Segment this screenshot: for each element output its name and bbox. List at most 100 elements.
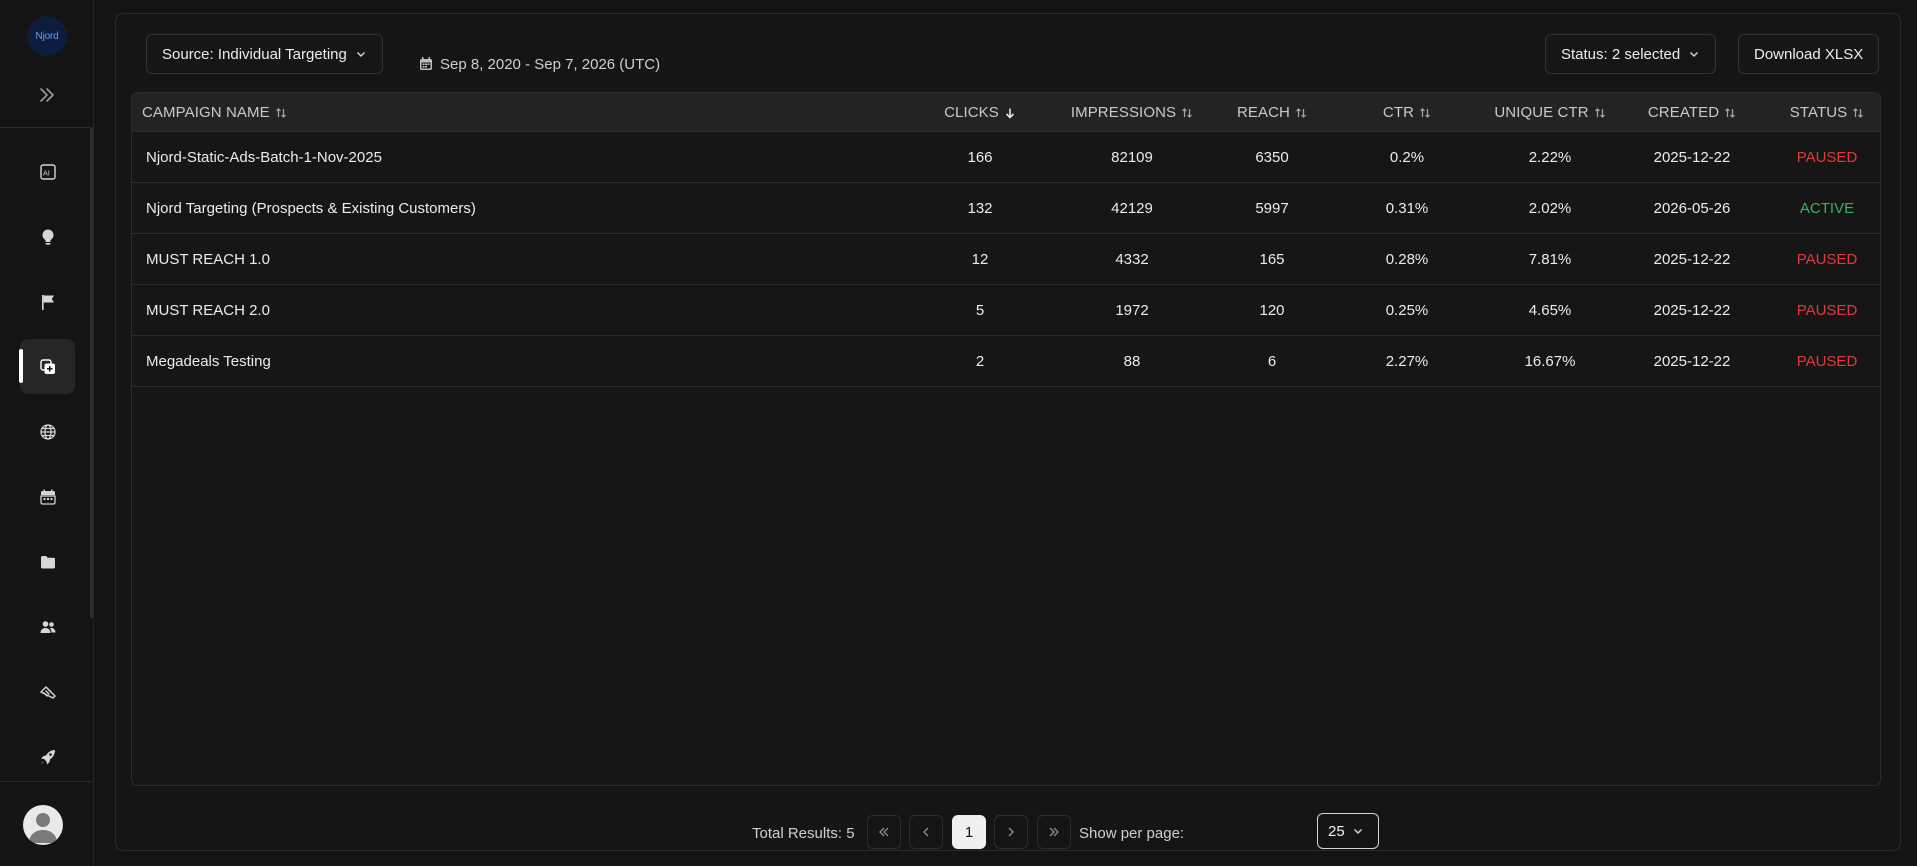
per-page-label: Show per page: — [1079, 815, 1184, 851]
chevron-down-icon — [355, 48, 367, 60]
per-page-value: 25 — [1328, 822, 1345, 840]
chevron-left-icon — [923, 827, 929, 837]
per-page-label-text: Show per page: — [1079, 824, 1185, 842]
avatar-icon — [29, 813, 57, 843]
cell-reach: 165 — [1259, 251, 1285, 268]
table-body: Njord-Static-Ads-Batch-1-Nov-2025 166 8210… — [132, 132, 1880, 387]
col-created[interactable]: CREATED — [1627, 93, 1757, 132]
col-header-label: IMPRESSIONS — [1070, 104, 1177, 121]
svg-text:AI: AI — [43, 169, 50, 177]
globe-icon[interactable] — [20, 404, 75, 459]
col-clicks[interactable]: CLICKS — [932, 93, 1028, 132]
cell-campaign-name[interactable]: Megadeals Testing — [146, 336, 271, 387]
chevrons-left-icon — [879, 827, 889, 837]
cell-status: PAUSED — [1796, 302, 1858, 319]
cell-created: 2025-12-22 — [1653, 251, 1731, 268]
cell-status: PAUSED — [1796, 251, 1858, 268]
users-icon[interactable] — [20, 599, 75, 654]
rocket-icon[interactable] — [20, 729, 75, 784]
cell-impressions: 4332 — [1115, 251, 1149, 268]
col-status[interactable]: STATUS — [1772, 93, 1880, 132]
date-range-picker[interactable]: Sep 8, 2020 - Sep 7, 2026 (UTC) — [418, 44, 660, 84]
source-filter-label: Source: Individual Targeting — [162, 45, 347, 63]
table-row[interactable]: Megadeals Testing 2 88 6 2.27% 16.67% 2025-12-… — [132, 336, 1880, 387]
sort-icon — [1181, 107, 1193, 119]
sidebar: Njord AI — [0, 0, 94, 866]
ai-icon[interactable]: AI — [20, 144, 75, 199]
cell-clicks: 166 — [967, 149, 993, 166]
handshake-icon[interactable] — [20, 664, 75, 719]
folder-icon[interactable] — [20, 534, 75, 589]
cell-ctr: 0.28% — [1385, 251, 1429, 268]
cell-unique-ctr: 16.67% — [1524, 353, 1576, 370]
col-impressions[interactable]: IMPRESSIONS — [1052, 93, 1212, 132]
brand-logo[interactable]: Njord — [27, 16, 67, 56]
cell-unique-ctr: 2.02% — [1528, 200, 1572, 217]
source-filter-dropdown[interactable]: Source: Individual Targeting — [146, 34, 383, 74]
cell-impressions: 1972 — [1115, 302, 1149, 319]
cell-clicks: 5 — [975, 302, 985, 319]
sort-icon — [275, 107, 287, 119]
prev-page-button[interactable] — [909, 815, 943, 849]
table-row[interactable]: Njord-Static-Ads-Batch-1-Nov-2025 166 8210… — [132, 132, 1880, 183]
cell-reach: 6 — [1267, 353, 1277, 370]
table-row[interactable]: MUST REACH 1.0 12 4332 165 0.28% 7.81% 2025-12… — [132, 234, 1880, 285]
app-root: Njord AI Source: Individual Targeting Se… — [0, 0, 1917, 866]
calendar-icon[interactable] — [20, 469, 75, 524]
cell-status: PAUSED — [1796, 353, 1858, 370]
sort-icon — [1594, 107, 1606, 119]
chevron-down-icon — [1688, 48, 1700, 60]
col-campaign-name[interactable]: CAMPAIGN NAME — [142, 93, 287, 132]
cell-reach: 120 — [1259, 302, 1285, 319]
expand-sidebar-icon[interactable] — [36, 84, 58, 106]
per-page-select[interactable]: 25 — [1317, 813, 1379, 849]
table-row[interactable]: Njord Targeting (Prospects & Existing Cu… — [132, 183, 1880, 234]
total-results: Total Results: 5 — [752, 815, 855, 851]
sidebar-scrollbar[interactable] — [90, 128, 93, 618]
col-header-label: REACH — [1236, 104, 1290, 121]
cell-impressions: 82109 — [1111, 149, 1153, 166]
cell-campaign-name[interactable]: MUST REACH 2.0 — [146, 285, 270, 336]
sort-desc-icon — [1004, 107, 1016, 119]
add-copy-icon[interactable] — [19, 339, 75, 394]
total-results-label: Total Results: 5 — [752, 824, 855, 842]
col-ctr[interactable]: CTR — [1347, 93, 1467, 132]
cell-created: 2025-12-22 — [1653, 302, 1731, 319]
flag-icon[interactable] — [20, 274, 75, 329]
brand-logo-text: Njord — [35, 30, 59, 42]
table-row[interactable]: MUST REACH 2.0 5 1972 120 0.25% 4.65% 2025-12-… — [132, 285, 1880, 336]
next-page-button[interactable] — [994, 815, 1028, 849]
cell-campaign-name[interactable]: Njord Targeting (Prospects & Existing Cu… — [146, 183, 476, 234]
cell-campaign-name[interactable]: MUST REACH 1.0 — [146, 234, 270, 285]
chevron-right-icon — [1008, 827, 1014, 837]
first-page-button[interactable] — [867, 815, 901, 849]
cell-reach: 5997 — [1255, 200, 1289, 217]
cell-campaign-name[interactable]: Njord-Static-Ads-Batch-1-Nov-2025 — [146, 132, 382, 183]
last-page-button[interactable] — [1037, 815, 1071, 849]
date-range-text: Sep 8, 2020 - Sep 7, 2026 (UTC) — [440, 55, 661, 73]
cell-status: PAUSED — [1796, 149, 1858, 166]
col-header-label: CTR — [1382, 104, 1415, 121]
campaigns-panel: Source: Individual Targeting Sep 8, 2020… — [115, 13, 1901, 851]
sidebar-divider — [0, 127, 94, 128]
status-filter-label: Status: 2 selected — [1561, 45, 1681, 63]
col-unique-ctr[interactable]: UNIQUE CTR — [1475, 93, 1625, 132]
cell-unique-ctr: 2.22% — [1528, 149, 1572, 166]
cell-created: 2026-05-26 — [1653, 200, 1731, 217]
user-avatar[interactable] — [23, 805, 63, 845]
download-xlsx-button[interactable]: Download XLSX — [1738, 34, 1880, 74]
col-header-label: CAMPAIGN NAME — [142, 104, 270, 121]
sidebar-divider-bottom — [0, 781, 94, 782]
chevron-down-icon — [1352, 825, 1364, 837]
cell-status: ACTIVE — [1799, 200, 1855, 217]
cell-clicks: 132 — [967, 200, 993, 217]
page-button-current[interactable]: 1 — [952, 815, 986, 849]
col-reach[interactable]: REACH — [1212, 93, 1332, 132]
table-header: CAMPAIGN NAME CLICKS IMPRESSIONS REACH C… — [132, 93, 1880, 132]
calendar-small-icon — [420, 57, 432, 70]
sort-icon — [1724, 107, 1736, 119]
lightbulb-icon[interactable] — [20, 209, 75, 264]
status-filter-dropdown[interactable]: Status: 2 selected — [1545, 34, 1717, 74]
cell-impressions: 88 — [1123, 353, 1141, 370]
cell-ctr: 0.2% — [1389, 149, 1425, 166]
